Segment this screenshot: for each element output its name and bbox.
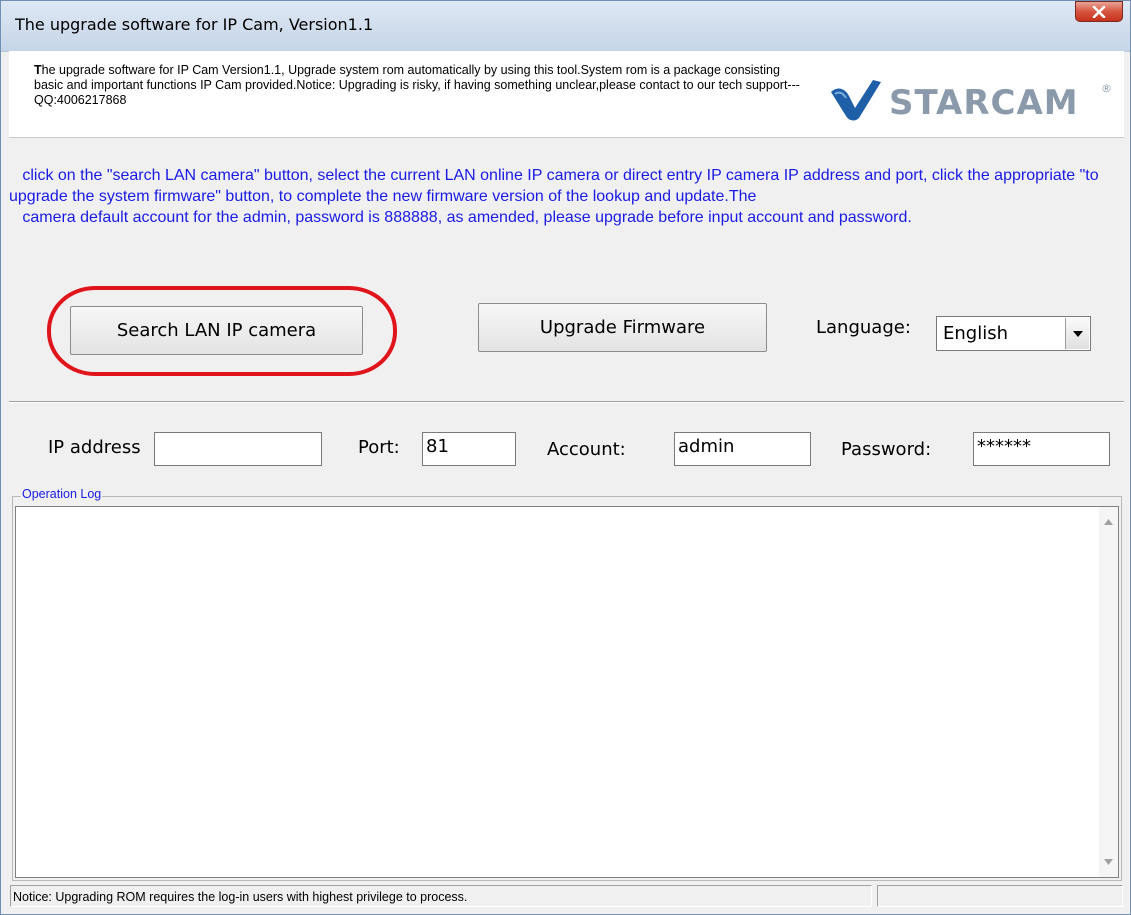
- account-label: Account:: [547, 439, 626, 460]
- title-bar[interactable]: The upgrade software for IP Cam, Version…: [1, 1, 1130, 52]
- header-description-body: he upgrade software for IP Cam Version1.…: [34, 63, 800, 107]
- operation-log-textarea[interactable]: [15, 506, 1119, 878]
- operation-log-legend: Operation Log: [21, 487, 103, 501]
- scroll-down-arrow-icon[interactable]: [1104, 859, 1113, 865]
- scroll-up-arrow-icon[interactable]: [1104, 519, 1113, 525]
- window-title: The upgrade software for IP Cam, Version…: [15, 15, 374, 34]
- close-button[interactable]: [1075, 1, 1123, 22]
- status-secondary: [877, 885, 1123, 907]
- separator: [9, 401, 1124, 403]
- ip-address-input[interactable]: [154, 432, 322, 466]
- instructions-paragraph-2: camera default account for the admin, pa…: [9, 209, 912, 226]
- dropdown-arrow-button[interactable]: [1065, 318, 1089, 349]
- logo-registered: ®: [1101, 82, 1112, 95]
- language-selected-value: English: [943, 323, 1008, 344]
- password-input[interactable]: ******: [973, 432, 1110, 466]
- status-bar: Notice: Upgrading ROM requires the log-i…: [9, 885, 1124, 909]
- language-select[interactable]: English: [936, 316, 1091, 351]
- log-scrollbar[interactable]: [1099, 507, 1118, 877]
- close-icon: [1092, 5, 1106, 18]
- language-label: Language:: [816, 317, 911, 338]
- account-input[interactable]: admin: [674, 432, 811, 466]
- port-label: Port:: [358, 437, 400, 458]
- port-input[interactable]: 81: [422, 432, 516, 466]
- upgrade-firmware-button[interactable]: Upgrade Firmware: [478, 303, 767, 352]
- ip-address-label: IP address: [48, 437, 141, 458]
- password-label: Password:: [841, 439, 932, 460]
- header-description-lead: T: [34, 63, 42, 77]
- status-message: Notice: Upgrading ROM requires the log-i…: [10, 885, 872, 907]
- header-panel: The upgrade software for IP Cam Version1…: [9, 51, 1124, 138]
- chevron-down-icon: [1072, 330, 1083, 337]
- app-window: The upgrade software for IP Cam, Version…: [0, 0, 1131, 915]
- header-description: The upgrade software for IP Cam Version1…: [34, 63, 804, 108]
- highlight-circle: [47, 286, 397, 376]
- starcam-logo-icon: STARCAM ®: [831, 80, 1112, 122]
- instructions-paragraph-1: click on the "search LAN camera" button,…: [9, 167, 1104, 205]
- instructions-text: click on the "search LAN camera" button,…: [9, 165, 1124, 228]
- logo-text: STARCAM: [889, 83, 1079, 122]
